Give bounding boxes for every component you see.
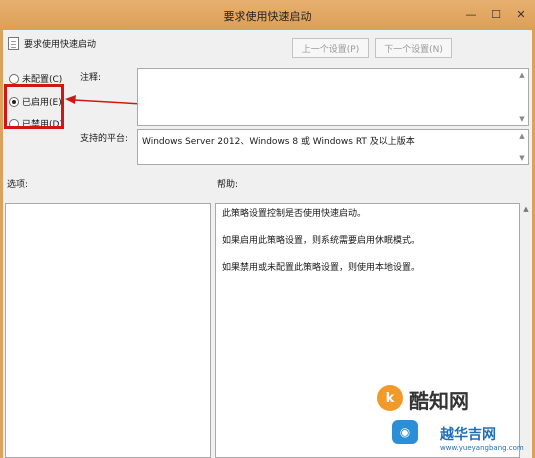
platform-box: Windows Server 2012、Windows 8 或 Windows … — [137, 129, 529, 165]
next-setting-button[interactable]: 下一个设置(N) — [375, 38, 452, 58]
scroll-down-icon[interactable]: ▼ — [519, 154, 524, 162]
platform-label: 支持的平台: — [80, 134, 129, 144]
maximize-icon[interactable]: ☐ — [483, 5, 509, 23]
minimize-icon[interactable]: — — [458, 5, 484, 23]
options-pane — [5, 203, 211, 458]
previous-setting-button[interactable]: 上一个设置(P) — [292, 38, 369, 58]
comment-label: 注释: — [80, 73, 102, 83]
help-paragraph: 此策略设置控制是否使用快速启动。 — [222, 209, 367, 219]
scroll-up-icon[interactable]: ▲ — [523, 205, 528, 458]
help-paragraph: 如果启用此策略设置，则系统需要启用休眠模式。 — [222, 236, 421, 246]
help-scrollbar[interactable]: ▲ — [520, 203, 532, 458]
watermark-brand-1: 酷知网 — [409, 389, 469, 413]
help-paragraph: 如果禁用或未配置此策略设置，则使用本地设置。 — [222, 263, 421, 273]
policy-header: 要求使用快速启动 — [8, 37, 96, 50]
scroll-down-icon[interactable]: ▼ — [519, 115, 524, 123]
window-frame-left — [0, 30, 3, 458]
scroll-up-icon[interactable]: ▲ — [519, 71, 524, 79]
watermark-logo-2-icon: ◉ — [392, 420, 418, 444]
title-bar: 要求使用快速启动 — ☐ ✕ — [0, 0, 535, 30]
scroll-up-icon[interactable]: ▲ — [519, 132, 524, 140]
comment-textarea[interactable]: ▲ ▼ — [137, 68, 529, 126]
watermark-brand-2: 越华吉网 — [440, 427, 496, 443]
platform-scrollbar[interactable]: ▲ ▼ — [516, 130, 528, 164]
platform-value: Windows Server 2012、Windows 8 或 Windows … — [142, 137, 415, 147]
comment-scrollbar[interactable]: ▲ ▼ — [516, 69, 528, 125]
close-icon[interactable]: ✕ — [508, 5, 534, 23]
options-label: 选项: — [7, 180, 29, 190]
window-title: 要求使用快速启动 — [223, 10, 312, 23]
watermark-logo-icon: k — [377, 385, 403, 411]
radio-not-configured-indicator[interactable] — [9, 73, 19, 84]
help-pane: 此策略设置控制是否使用快速启动。 如果启用此策略设置，则系统需要启用休眠模式。 … — [215, 203, 520, 458]
policy-document-icon — [8, 37, 19, 50]
help-label: 帮助: — [217, 180, 239, 190]
annotation-highlight-box — [4, 84, 64, 129]
policy-name: 要求使用快速启动 — [24, 40, 97, 50]
watermark-url: www.yueyangbang.com — [440, 444, 524, 452]
